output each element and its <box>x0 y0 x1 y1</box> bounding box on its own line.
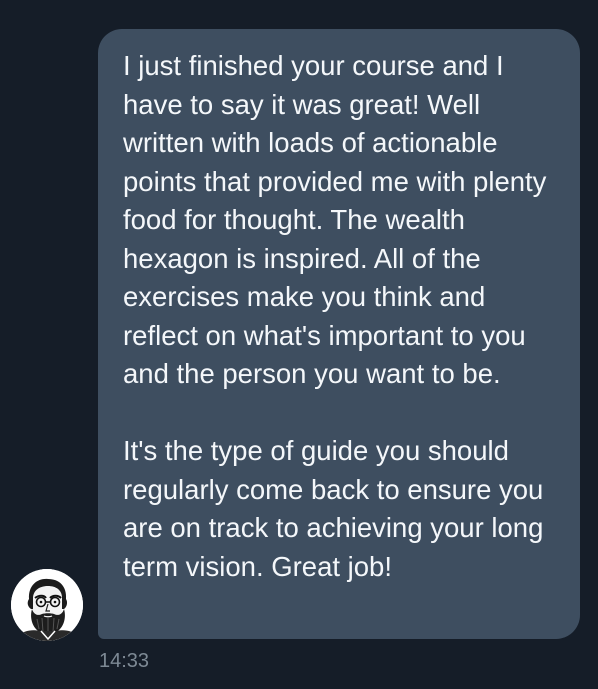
dm-conversation: I just finished your course and I have t… <box>0 0 598 689</box>
message-timestamp: 14:33 <box>99 650 150 672</box>
message-bubble[interactable]: I just finished your course and I have t… <box>98 29 580 639</box>
message-paragraph-1: I just finished your course and I have t… <box>123 50 547 389</box>
bearded-man-sketch-icon <box>11 569 83 641</box>
avatar[interactable] <box>11 569 83 641</box>
message-paragraph-2: It's the type of guide you should regula… <box>123 435 544 582</box>
